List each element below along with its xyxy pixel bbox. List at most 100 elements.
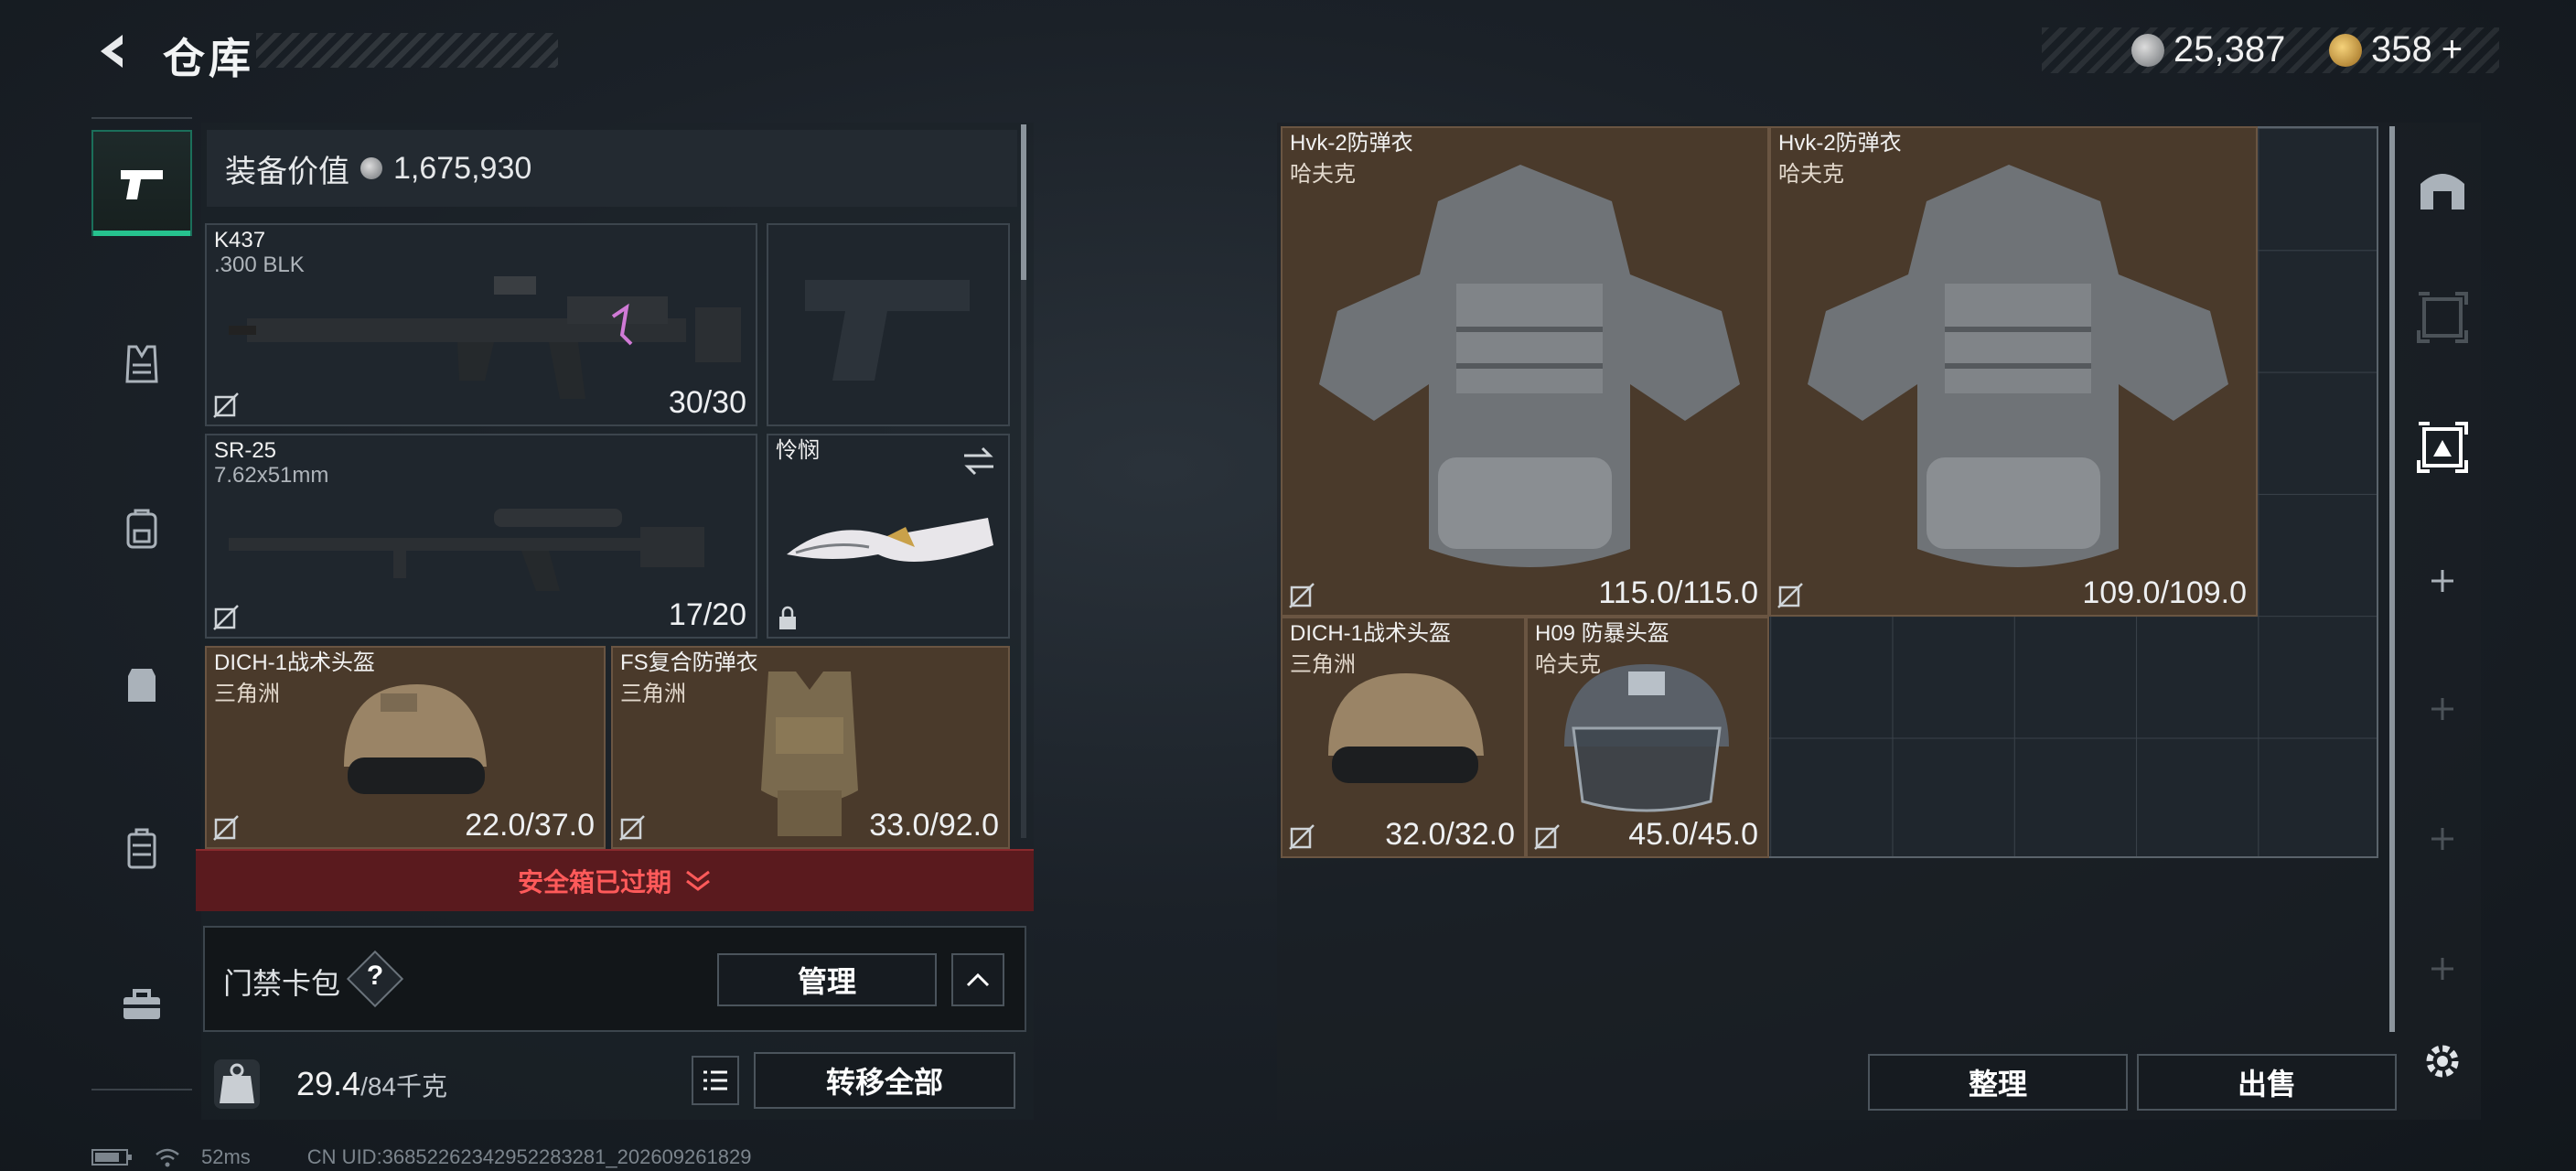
- value-coin-icon: [360, 157, 382, 179]
- storage-scrollbar[interactable]: [2389, 126, 2395, 1032]
- chevron-up-icon: [966, 972, 990, 987]
- item-name: H09 防暴头盔: [1535, 621, 1669, 646]
- ping-text: 52ms: [201, 1145, 251, 1168]
- rail-tab-backpack[interactable]: [91, 476, 192, 582]
- heavy-armor-image: [1319, 165, 1740, 567]
- no-insure-icon: [213, 392, 239, 418]
- safe-box-expired-bar[interactable]: 安全箱已过期: [196, 849, 1034, 911]
- wifi-icon: [156, 1148, 179, 1167]
- ammo-count: 30/30: [668, 385, 746, 420]
- slot-body-armor[interactable]: FS复合防弹衣 三角洲 33.0/92.0: [611, 646, 1010, 849]
- backpack-icon: [126, 509, 157, 549]
- slot-helmet[interactable]: DICH-1战术头盔 三角洲 22.0/37.0: [205, 646, 606, 849]
- add-currency-button[interactable]: +: [2442, 29, 2463, 70]
- durability: 33.0/92.0: [869, 808, 999, 843]
- pistol-placeholder-icon: [805, 280, 970, 381]
- storage-item-armor-2[interactable]: Hvk-2防弹衣 哈夫克 109.0/109.0: [1769, 126, 2258, 617]
- status-bar: 52ms CN UID:3685226234295228328​1_202609…: [91, 1145, 751, 1169]
- storage-box-active-icon: [2417, 422, 2468, 473]
- storage-item-armor-1[interactable]: Hvk-2防弹衣 哈夫克 115.0/115.0: [1281, 126, 1769, 617]
- rig-icon: [128, 669, 156, 702]
- sort-button[interactable]: 整理: [1868, 1054, 2128, 1111]
- weight-icon: [214, 1059, 260, 1109]
- storage-main-icon: [2420, 174, 2464, 209]
- slot-melee[interactable]: 怜悯: [767, 434, 1010, 639]
- rail-tab-toolbox[interactable]: [91, 951, 192, 1058]
- plate-carrier-image: [761, 671, 858, 836]
- gold-currency[interactable]: 358 +: [2329, 29, 2463, 70]
- no-insure-icon: [1534, 824, 1560, 850]
- karambit-image: [787, 518, 993, 562]
- no-insure-icon: [1777, 583, 1803, 608]
- storage-tab-3[interactable]: [2406, 397, 2479, 498]
- durability: 45.0/45.0: [1628, 817, 1758, 852]
- pistol-icon: [121, 170, 163, 199]
- durability: 115.0/115.0: [1598, 575, 1758, 610]
- silver-currency: 25,387: [2131, 29, 2285, 70]
- storage-tabs: [2406, 137, 2479, 1052]
- title-decoration: [256, 33, 558, 68]
- no-insure-icon: [213, 605, 239, 630]
- item-name: SR-25: [214, 438, 277, 463]
- list-icon: [703, 1070, 727, 1090]
- capacity-readout: 29.4/84千克: [296, 1065, 448, 1102]
- no-insure-icon: [213, 815, 239, 841]
- heavy-armor-image: [1808, 165, 2228, 567]
- silver-coin-icon: [2131, 33, 2164, 67]
- rail-tab-container[interactable]: [91, 796, 192, 902]
- no-insure-icon: [619, 815, 645, 841]
- rail-tab-armor[interactable]: [91, 311, 192, 417]
- case-icon: [127, 828, 156, 869]
- vest-icon: [125, 345, 158, 383]
- ammo-count: 17/20: [668, 597, 746, 632]
- manage-button[interactable]: 管理: [717, 953, 937, 1006]
- add-storage-tab-button-2[interactable]: [2406, 659, 2479, 759]
- durability: 32.0/32.0: [1385, 817, 1515, 852]
- lock-icon: [779, 606, 796, 629]
- durability: 109.0/109.0: [2082, 575, 2247, 610]
- page-title: 仓库: [163, 35, 254, 82]
- plus-icon: [2431, 958, 2453, 980]
- gold-coin-icon: [2329, 33, 2362, 67]
- transfer-all-button[interactable]: 转移全部: [754, 1052, 1015, 1109]
- storage-item-helmet-1[interactable]: DICH-1战术头盔 三角洲 32.0/32.0: [1281, 617, 1526, 858]
- durability: 22.0/37.0: [465, 808, 595, 843]
- battery-icon: [91, 1149, 132, 1166]
- no-insure-icon: [1289, 824, 1315, 850]
- rail-tab-weapons[interactable]: [91, 130, 192, 236]
- settings-button[interactable]: [2415, 1034, 2470, 1089]
- keycard-label: 门禁卡包: [223, 967, 341, 1000]
- add-storage-tab-button[interactable]: [2406, 531, 2479, 631]
- storage-tab-1[interactable]: [2406, 139, 2479, 240]
- item-maker: 三角洲: [620, 682, 686, 706]
- item-name: DICH-1战术头盔: [1290, 621, 1452, 646]
- riot-helmet-image: [1564, 664, 1729, 812]
- sell-button[interactable]: 出售: [2137, 1054, 2397, 1111]
- add-storage-tab-button-3[interactable]: [2406, 789, 2479, 889]
- list-view-button[interactable]: [692, 1056, 739, 1105]
- uid-text: CN UID:3685226234295228328​1_20260926182…: [306, 1145, 752, 1168]
- loadout-scroll-thumb[interactable]: [1021, 124, 1026, 280]
- storage-tab-2[interactable]: [2406, 267, 2479, 368]
- toolbox-icon: [123, 989, 160, 1019]
- slot-secondary-weapon[interactable]: SR-25 7.62x51mm 17/20: [205, 434, 757, 639]
- plus-icon: [2431, 570, 2453, 592]
- slot-pistol-empty[interactable]: [767, 223, 1010, 426]
- gear-icon: [2426, 1045, 2459, 1078]
- help-mark: ?: [366, 961, 384, 991]
- sniper-rifle-image: [229, 509, 704, 591]
- back-button[interactable]: [88, 26, 139, 77]
- plus-icon: [2431, 698, 2453, 720]
- rail-tab-rig[interactable]: [91, 631, 192, 737]
- back-arrow-icon: [101, 35, 123, 68]
- equipment-value-row: 装备价值 1,675,930: [207, 130, 1017, 207]
- item-name: 怜悯: [776, 438, 820, 463]
- plus-icon: [2431, 828, 2453, 850]
- add-storage-tab-button-4[interactable]: [2406, 919, 2479, 1019]
- collapse-button[interactable]: [951, 953, 1004, 1006]
- storage-item-helmet-2[interactable]: H09 防暴头盔 哈夫克 45.0/45.0: [1526, 617, 1769, 858]
- slot-primary-weapon[interactable]: K437 .300 BLK 30/30: [205, 223, 757, 426]
- double-chevron-down-icon: [686, 870, 710, 891]
- swap-icon[interactable]: [961, 445, 997, 478]
- no-insure-icon: [1289, 583, 1315, 608]
